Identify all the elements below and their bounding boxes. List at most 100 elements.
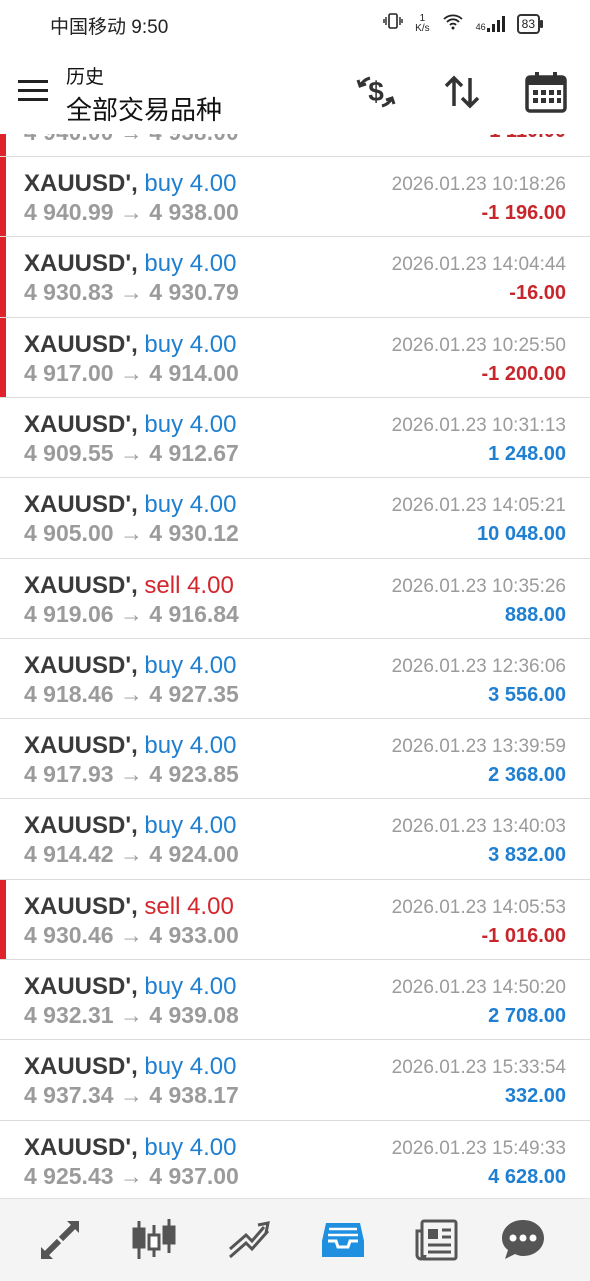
- deal-prices: 4 905.00 → 4 930.12: [24, 520, 239, 547]
- list-item[interactable]: XAUUSD', buy 4.00 4 940.99 → 4 938.00 2026…: [0, 156, 590, 237]
- list-item[interactable]: XAUUSD', buy 4.00 4 909.55 → 4 912.67 2026…: [0, 396, 590, 478]
- deal-side-volume: buy 4.00: [144, 1053, 237, 1081]
- quotes-icon[interactable]: [37, 1217, 83, 1263]
- deal-profit: -1 016.00: [481, 924, 566, 947]
- history-list[interactable]: 4 940.00 → 4 938.00 -1 110.00 XAUUSD', b…: [0, 134, 590, 1198]
- list-item[interactable]: XAUUSD', buy 4.00 4 925.43 → 4 937.00 2026…: [0, 1119, 590, 1198]
- app-bar: 历史 全部交易品种 $: [0, 46, 590, 134]
- deal-symbol: XAUUSD': [24, 732, 132, 760]
- list-item[interactable]: XAUUSD', buy 4.00 4 905.00 → 4 930.12 2026…: [0, 477, 590, 559]
- currency-exchange-icon[interactable]: $: [354, 70, 398, 114]
- deal-profit: 3 832.00: [488, 844, 566, 867]
- battery-indicator: 83: [516, 13, 544, 34]
- deal-side-volume: buy 4.00: [144, 651, 237, 679]
- deal-prices: 4 909.55 → 4 912.67: [24, 439, 239, 466]
- deal-prices: 4 930.46 → 4 933.00: [24, 921, 239, 948]
- status-icons: 1 K/s 46 83: [383, 12, 544, 35]
- list-item[interactable]: XAUUSD', buy 4.00 4 914.42 → 4 924.00 2026…: [0, 798, 590, 880]
- deal-symbol-line: XAUUSD', buy 4.00: [24, 250, 237, 278]
- net-speed-unit: K/s: [415, 22, 430, 34]
- list-item[interactable]: XAUUSD', buy 4.00 4 930.83 → 4 930.79 2026…: [0, 236, 590, 318]
- list-item[interactable]: XAUUSD', sell 4.00 4 930.46 → 4 933.00 202…: [0, 878, 590, 960]
- list-item[interactable]: XAUUSD', buy 4.00 4 917.00 → 4 914.00 2026…: [0, 316, 590, 398]
- deal-symbol: XAUUSD': [24, 973, 132, 1000]
- trade-icon[interactable]: [226, 1217, 272, 1263]
- deal-profit: -16.00: [509, 282, 566, 305]
- sort-icon[interactable]: [440, 70, 484, 114]
- list-item[interactable]: XAUUSD', buy 4.00 4 937.34 → 4 938.17 2026…: [0, 1039, 590, 1121]
- deal-time: 2026.01.23 10:18:26: [391, 174, 566, 195]
- deal-time: 2026.01.23 12:36:06: [391, 655, 566, 677]
- menu-button[interactable]: [18, 80, 48, 104]
- deal-prices: 4 917.93 → 4 923.85: [24, 761, 239, 788]
- deal-symbol-line: XAUUSD', sell 4.00: [24, 571, 234, 599]
- list-item[interactable]: XAUUSD', buy 4.00 4 918.46 → 4 927.35 2026…: [0, 637, 590, 719]
- deal-profit: 2 368.00: [488, 764, 566, 787]
- deal-profit: 10 048.00: [477, 523, 566, 546]
- loss-marker: [0, 237, 6, 318]
- deal-time: 2026.01.23 14:05:53: [391, 896, 566, 918]
- deal-profit: -1 110.00: [483, 134, 566, 143]
- loss-marker: [0, 134, 6, 156]
- symbol-filter[interactable]: 全部交易品种: [66, 90, 222, 127]
- chart-icon[interactable]: [131, 1217, 177, 1263]
- deal-time: 2026.01.23 15:33:54: [391, 1057, 566, 1079]
- bottom-navigation: [0, 1198, 590, 1281]
- news-icon[interactable]: [414, 1217, 460, 1263]
- deal-symbol-line: XAUUSD', buy 4.00: [24, 651, 237, 679]
- deal-profit: 4 628.00: [488, 1165, 566, 1188]
- deal-prices: 4 914.42 → 4 924.00: [24, 841, 239, 868]
- deal-symbol: XAUUSD': [24, 170, 132, 197]
- deal-symbol: XAUUSD': [24, 330, 132, 358]
- list-item[interactable]: XAUUSD', buy 4.00 4 932.31 → 4 939.08 2026…: [0, 959, 590, 1040]
- deal-symbol: XAUUSD': [24, 1053, 132, 1081]
- net-speed-value: 1: [419, 12, 426, 24]
- deal-time: 2026.01.23 14:04:44: [391, 254, 566, 276]
- deal-side-volume: buy 4.00: [144, 491, 237, 519]
- list-item-partial[interactable]: 4 940.00 → 4 938.00 -1 110.00: [0, 134, 590, 156]
- deal-profit: 3 556.00: [488, 683, 566, 706]
- deal-profit: 332.00: [504, 1085, 566, 1108]
- net-speed: 1 K/s: [415, 12, 430, 34]
- deal-time: 2026.01.23 10:31:13: [391, 414, 566, 436]
- calendar-icon[interactable]: [524, 70, 568, 114]
- deal-symbol-line: XAUUSD', buy 4.00: [24, 973, 237, 1000]
- vibrate-icon: [383, 12, 403, 35]
- deal-symbol-line: XAUUSD', buy 4.00: [24, 170, 237, 197]
- deal-prices: 4 937.34 → 4 938.17: [24, 1082, 239, 1109]
- deal-symbol: XAUUSD': [24, 250, 132, 278]
- list-item[interactable]: XAUUSD', buy 4.00 4 917.93 → 4 923.85 2026…: [0, 718, 590, 800]
- deal-symbol-line: XAUUSD', buy 4.00: [24, 491, 237, 519]
- deal-symbol: XAUUSD': [24, 410, 132, 438]
- deal-side-volume: sell 4.00: [144, 571, 234, 599]
- deal-prices: 4 917.00 → 4 914.00: [24, 359, 239, 386]
- deal-prices: 4 940.00 → 4 938.00: [24, 134, 239, 146]
- chat-icon[interactable]: [500, 1217, 546, 1263]
- svg-text:$: $: [368, 76, 384, 107]
- deal-profit: -1 200.00: [481, 362, 566, 385]
- deal-prices: 4 930.83 → 4 930.79: [24, 279, 239, 306]
- signal-icon: 46: [476, 15, 505, 32]
- deal-time: 2026.01.23 10:25:50: [391, 334, 566, 356]
- carrier-time: 中国移动 9:50: [50, 17, 169, 38]
- deal-symbol-line: XAUUSD', buy 4.00: [24, 732, 237, 760]
- deal-symbol-line: XAUUSD', buy 4.00: [24, 410, 237, 438]
- status-bar: 中国移动 9:50 1 K/s 46 83: [0, 0, 590, 46]
- list-item[interactable]: XAUUSD', sell 4.00 4 919.06 → 4 916.84 202…: [0, 557, 590, 639]
- deal-side-volume: sell 4.00: [144, 892, 234, 920]
- deal-time: 2026.01.23 13:39:59: [391, 736, 566, 758]
- deal-side-volume: buy 4.00: [144, 812, 237, 840]
- deal-time: 2026.01.23 14:50:20: [391, 977, 566, 998]
- deal-profit: 1 248.00: [488, 442, 566, 465]
- deal-symbol-line: XAUUSD', sell 4.00: [24, 892, 234, 920]
- deal-side-volume: buy 4.00: [144, 410, 237, 438]
- deal-symbol: XAUUSD': [24, 812, 132, 840]
- loss-marker: [0, 317, 6, 398]
- deal-prices: 4 925.43 → 4 937.00: [24, 1162, 239, 1189]
- deal-profit: 888.00: [504, 603, 566, 626]
- deal-prices: 4 919.06 → 4 916.84: [24, 600, 239, 627]
- loss-marker: [0, 157, 6, 237]
- deal-symbol: XAUUSD': [24, 491, 132, 519]
- deal-symbol-line: XAUUSD', buy 4.00: [24, 1053, 237, 1081]
- history-icon[interactable]: [320, 1217, 366, 1263]
